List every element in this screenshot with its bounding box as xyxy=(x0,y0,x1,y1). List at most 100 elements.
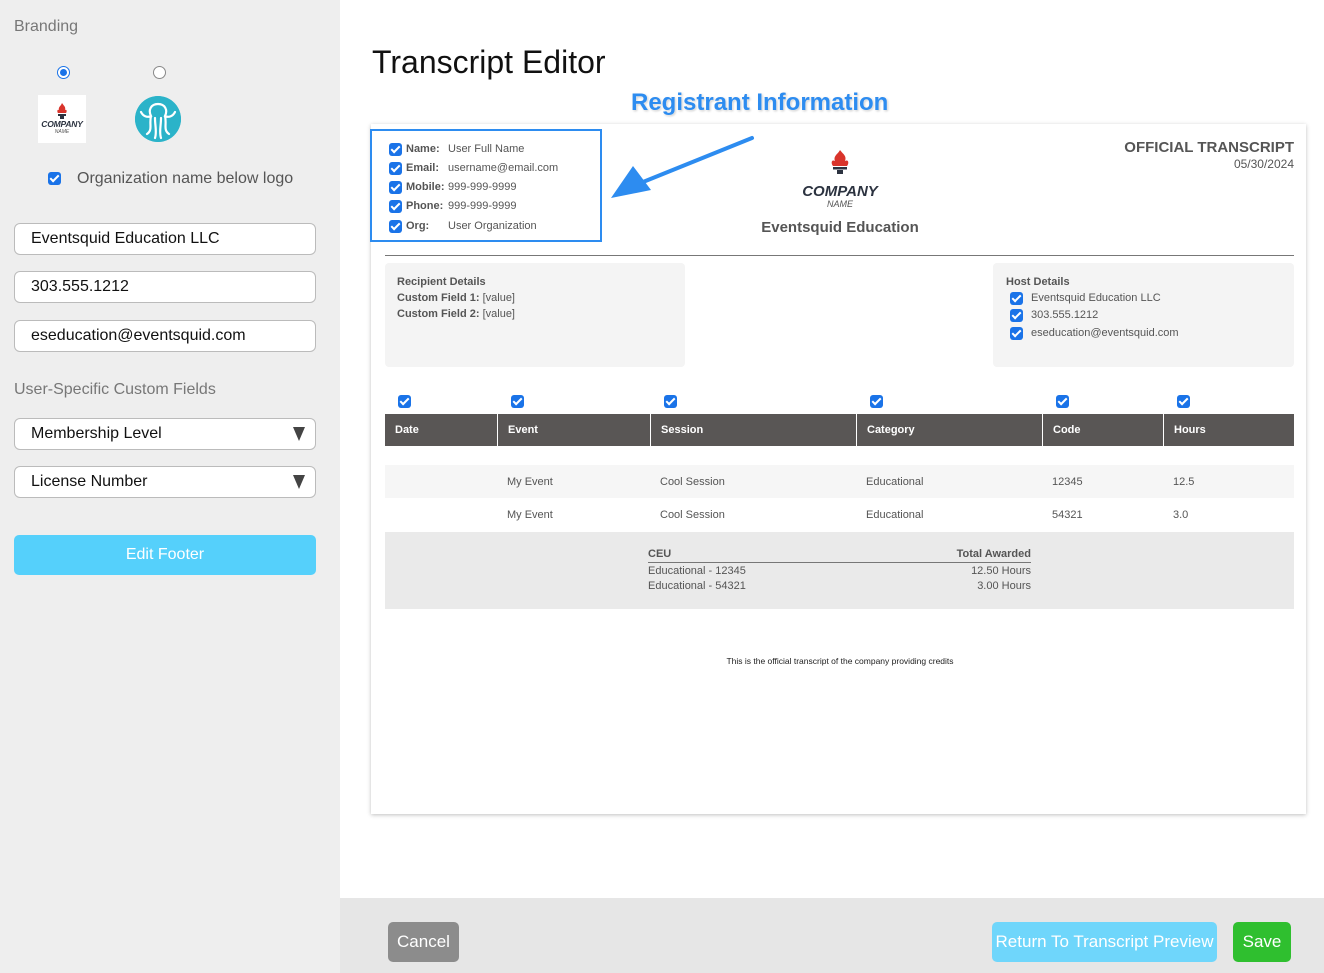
custom-field-2-value-text: [value] xyxy=(482,308,515,320)
custom-field-1-row: Custom Field 1: [value] xyxy=(397,292,515,304)
host-phone-checkbox[interactable] xyxy=(1010,308,1023,322)
flame-icon xyxy=(57,103,67,119)
flame-icon xyxy=(831,150,849,174)
logo-option-2-radio[interactable] xyxy=(153,66,166,79)
cell-category: Educational xyxy=(866,475,924,488)
column-session-checkbox[interactable] xyxy=(664,395,677,408)
host-phone-row[interactable]: 303.555.1212 xyxy=(1010,308,1098,322)
table-row: My Event Cool Session Educational 12345 … xyxy=(385,465,1294,498)
ceu-item-label: Educational - 12345 xyxy=(648,565,746,577)
registrant-email-label: Email: xyxy=(406,162,440,174)
organization-title: Eventsquid Education xyxy=(761,219,919,236)
annotation-arrow-icon xyxy=(611,136,754,198)
custom-field-2-label: Custom Field 2: xyxy=(397,308,480,320)
column-event-checkbox[interactable] xyxy=(511,395,524,408)
registrant-email-row[interactable]: Email: username@email.com xyxy=(389,160,558,176)
save-button[interactable]: Save xyxy=(1233,922,1291,962)
registrant-email-value: username@email.com xyxy=(448,162,559,174)
registrant-phone-value: 999-999-9999 xyxy=(448,200,517,212)
registrant-phone-checkbox[interactable] xyxy=(389,199,402,213)
custom-field-1-label: Custom Field 1: xyxy=(397,292,480,304)
org-name-below-logo-checkbox[interactable] xyxy=(48,172,61,185)
registrant-name-row[interactable]: Name: User Full Name xyxy=(389,141,524,157)
registrant-phone-label: Phone: xyxy=(406,200,444,212)
column-date-checkbox[interactable] xyxy=(398,395,411,408)
cell-code: 54321 xyxy=(1052,508,1083,521)
ceu-heading: CEU xyxy=(648,548,672,560)
column-hours-checkbox[interactable] xyxy=(1177,395,1190,408)
registrant-org-value: User Organization xyxy=(448,220,537,232)
registrant-info-annotation: Registrant Information xyxy=(631,89,889,116)
official-transcript-title: OFFICIAL TRANSCRIPT xyxy=(1124,139,1294,156)
table-header: Date Event Session Category Code Hours xyxy=(385,414,1294,446)
host-email-row[interactable]: eseducation@eventsquid.com xyxy=(1010,326,1179,340)
host-org-row[interactable]: Eventsquid Education LLC xyxy=(1010,291,1161,305)
phone-field[interactable]: 303.555.1212 xyxy=(14,271,316,303)
total-awarded-heading: Total Awarded xyxy=(956,548,1031,560)
th-hours: Hours xyxy=(1163,414,1294,446)
custom-field-1-value: Membership Level xyxy=(31,425,162,442)
sidebar: Branding COMPANY NAME Organization name … xyxy=(0,0,340,973)
registrant-name-label: Name: xyxy=(406,143,440,155)
host-email-value: eseducation@eventsquid.com xyxy=(1031,327,1179,339)
cell-code: 12345 xyxy=(1052,475,1083,488)
cell-hours: 3.0 xyxy=(1173,508,1189,521)
header-divider xyxy=(385,255,1294,256)
ceu-item-label: Educational - 54321 xyxy=(648,580,746,592)
chevron-down-icon xyxy=(293,475,305,489)
org-name-field[interactable]: Eventsquid Education LLC xyxy=(14,223,316,255)
custom-field-1-value-text: [value] xyxy=(482,292,515,304)
registrant-org-row[interactable]: Org: User Organization xyxy=(389,218,537,234)
registrant-phone-row[interactable]: Phone: 999-999-9999 xyxy=(389,198,517,214)
custom-fields-title: User-Specific Custom Fields xyxy=(14,381,216,398)
custom-field-1-select[interactable]: Membership Level xyxy=(14,418,316,450)
cell-event: My Event xyxy=(507,475,553,488)
column-category-checkbox[interactable] xyxy=(870,395,883,408)
ceu-item-hours: 12.50 Hours xyxy=(971,565,1031,577)
host-email-checkbox[interactable] xyxy=(1010,326,1023,340)
cell-event: My Event xyxy=(507,508,553,521)
logo-thumb-sub: NAME xyxy=(54,129,70,135)
custom-field-2-select[interactable]: License Number xyxy=(14,466,316,498)
registrant-org-label: Org: xyxy=(406,220,430,232)
squid-icon xyxy=(135,96,181,142)
registrant-name-checkbox[interactable] xyxy=(389,142,402,156)
registrant-org-checkbox[interactable] xyxy=(389,219,402,233)
table-row: My Event Cool Session Educational 54321 … xyxy=(385,498,1294,531)
host-org-value: Eventsquid Education LLC xyxy=(1031,292,1161,304)
registrant-name-value: User Full Name xyxy=(448,143,525,155)
ceu-divider xyxy=(648,562,1031,563)
return-to-preview-button[interactable]: Return To Transcript Preview xyxy=(992,922,1217,962)
registrant-mobile-checkbox[interactable] xyxy=(389,180,402,194)
org-name-below-logo-label: Organization name below logo xyxy=(77,170,294,187)
logo-text: COMPANY xyxy=(802,183,878,200)
th-event: Event xyxy=(497,414,650,446)
th-category: Category xyxy=(856,414,1042,446)
email-field[interactable]: eseducation@eventsquid.com xyxy=(14,320,316,352)
registrant-mobile-label: Mobile: xyxy=(406,181,445,193)
registrant-mobile-row[interactable]: Mobile: 999-999-9999 xyxy=(389,179,517,195)
squid-logo-thumbnail[interactable] xyxy=(135,96,181,142)
host-phone-value: 303.555.1212 xyxy=(1031,309,1099,321)
company-logo-thumbnail[interactable]: COMPANY NAME xyxy=(38,95,86,143)
recipient-details-heading: Recipient Details xyxy=(397,276,486,288)
registrant-email-checkbox[interactable] xyxy=(389,161,402,175)
host-org-checkbox[interactable] xyxy=(1010,291,1023,305)
registrant-mobile-value: 999-999-9999 xyxy=(448,181,517,193)
custom-field-2-value: License Number xyxy=(31,473,148,490)
edit-footer-button[interactable]: Edit Footer xyxy=(14,535,316,575)
transcript-footer-note: This is the official transcript of the c… xyxy=(726,656,954,666)
cell-session: Cool Session xyxy=(660,508,725,521)
column-code-checkbox[interactable] xyxy=(1056,395,1069,408)
host-details-heading: Host Details xyxy=(1006,276,1070,288)
cell-hours: 12.5 xyxy=(1173,475,1195,488)
logo-option-1-radio[interactable] xyxy=(57,66,70,79)
logo-thumb-text: COMPANY xyxy=(41,119,83,129)
th-date: Date xyxy=(395,424,419,436)
logo-subtext: NAME xyxy=(826,199,853,209)
transcript-date: 05/30/2024 xyxy=(1233,157,1294,171)
cancel-button[interactable]: Cancel xyxy=(388,922,459,962)
transcript-logo: COMPANY NAME xyxy=(780,150,900,209)
chevron-down-icon xyxy=(293,427,305,441)
custom-field-2-row: Custom Field 2: [value] xyxy=(397,308,515,320)
